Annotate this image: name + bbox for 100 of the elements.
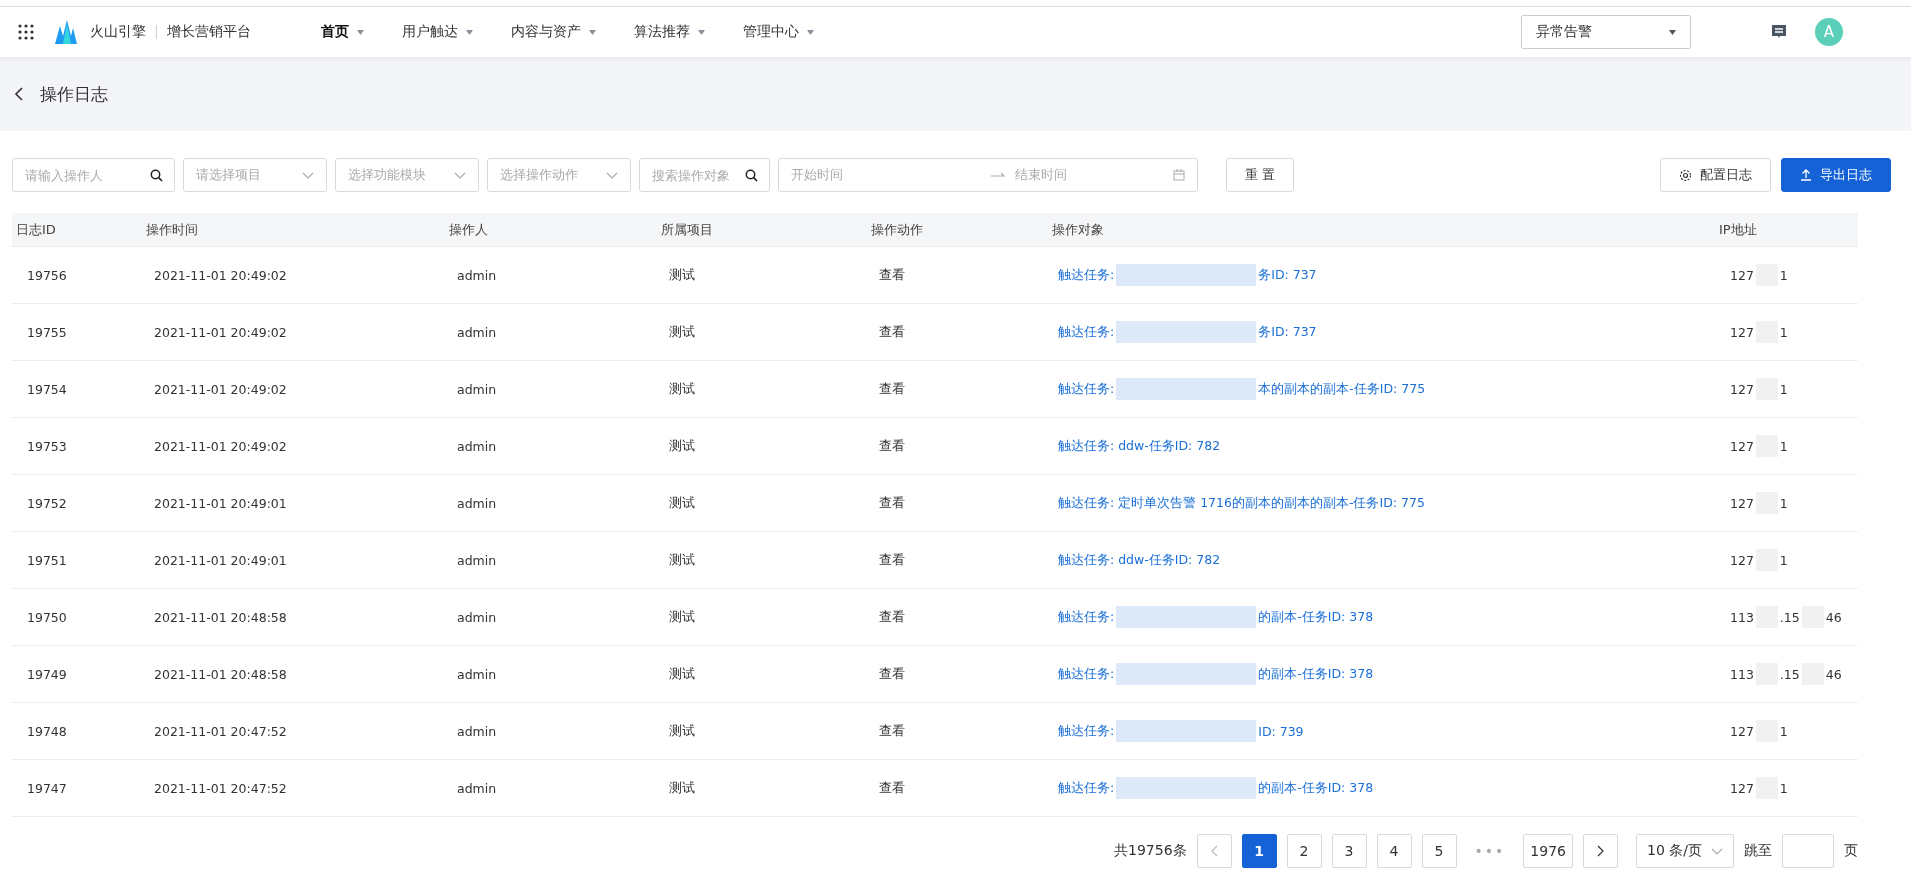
ip-fragment: 127 [1730, 780, 1754, 796]
chevron-down-icon [606, 171, 618, 179]
page-button[interactable]: 4 [1376, 834, 1412, 868]
ip-fragment: 127 [1730, 438, 1754, 454]
table-cell-text: 19750 [26, 609, 68, 625]
object-link[interactable]: 务ID: 737 [1258, 266, 1317, 284]
object-link[interactable]: 的副本-任务ID: 378 [1258, 608, 1374, 626]
table-cell-text: admin [456, 666, 498, 682]
nav-item[interactable]: 首页 [321, 23, 364, 41]
ip-fragment: 1 [1779, 324, 1788, 340]
page-button[interactable]: 1976 [1523, 834, 1573, 868]
nav-item[interactable]: 管理中心 [743, 23, 814, 41]
table-cell-text: 19748 [26, 723, 68, 739]
table-cell-text: 查看 [878, 779, 906, 797]
object-link[interactable]: 务ID: 737 [1258, 323, 1317, 341]
reset-button[interactable]: 重 置 [1226, 158, 1295, 192]
object-link[interactable]: 的副本-任务ID: 378 [1258, 665, 1374, 683]
table-cell-text: 2021-11-01 20:49:02 [153, 267, 288, 283]
object-link[interactable]: 触达任务: 定时单次告警 1716的副本的副本的副本-任务ID: 775 [1058, 494, 1425, 512]
nav-item[interactable]: 用户触达 [402, 23, 473, 41]
table-cell-text: 2021-11-01 20:48:58 [153, 666, 288, 682]
object-link[interactable]: 触达任务: [1058, 779, 1115, 797]
object-link[interactable]: 触达任务: [1058, 266, 1115, 284]
caret-icon [807, 29, 814, 35]
table-cell-text: 19747 [26, 780, 68, 796]
table-cell-text: 2021-11-01 20:47:52 [153, 723, 288, 739]
object-link[interactable]: 触达任务: ddw-任务ID: 782 [1058, 437, 1221, 455]
table-cell-text: admin [456, 381, 498, 397]
nav-item[interactable]: 算法推荐 [634, 23, 705, 41]
table-cell-text: 测试 [668, 494, 696, 512]
page-button[interactable]: 1 [1241, 834, 1277, 868]
back-icon[interactable] [14, 87, 24, 101]
table-cell-text: 2021-11-01 20:49:02 [153, 381, 288, 397]
ip-fragment: 1 [1779, 381, 1788, 397]
ip-fragment: 1 [1779, 267, 1788, 283]
upload-icon [1800, 169, 1812, 181]
table-cell-text: 测试 [668, 437, 696, 455]
table-cell-text: 查看 [878, 494, 906, 512]
table-cell-text: 19756 [26, 267, 68, 283]
alert-select[interactable]: 异常告警 [1521, 15, 1691, 49]
page-size-select[interactable]: 10 条/页 [1636, 834, 1734, 868]
logo-icon [54, 20, 78, 44]
chevron-down-icon [1711, 847, 1723, 855]
table-cell-text: 测试 [668, 380, 696, 398]
brand-name: 火山引擎 [90, 23, 146, 41]
target-search-field[interactable]: 搜索操作对象 [639, 158, 770, 192]
caret-icon [698, 29, 705, 35]
table-cell-text: admin [456, 723, 498, 739]
ip-fragment: 113 [1730, 666, 1754, 682]
object-link[interactable]: ID: 739 [1258, 723, 1304, 739]
export-log-button[interactable]: 导出日志 [1781, 158, 1891, 192]
table-cell-text: 测试 [668, 722, 696, 740]
apps-grid-icon[interactable] [18, 24, 34, 40]
object-link[interactable]: 触达任务: ddw-任务ID: 782 [1058, 551, 1221, 569]
table-cell-text: 19753 [26, 438, 68, 454]
table-cell-text: admin [456, 780, 498, 796]
object-link[interactable]: 触达任务: [1058, 722, 1115, 740]
table-cell-text: admin [456, 324, 498, 340]
ip-fragment: 46 [1825, 609, 1842, 625]
page-button[interactable]: 3 [1331, 834, 1367, 868]
nav-item[interactable]: 内容与资产 [511, 23, 596, 41]
table-cell-text: 19752 [26, 495, 68, 511]
operator-search-field[interactable]: 请输入操作人 [12, 158, 175, 192]
caret-icon [357, 29, 364, 35]
object-link[interactable]: 本的副本的副本-任务ID: 775 [1258, 380, 1426, 398]
ip-fragment: 127 [1730, 552, 1754, 568]
table-cell-text: 查看 [878, 437, 906, 455]
chevron-left-icon [1210, 845, 1218, 857]
page-jump-field[interactable] [1782, 834, 1834, 868]
page-button[interactable]: 5 [1421, 834, 1457, 868]
table-cell-text: 查看 [878, 665, 906, 683]
page-unit: 页 [1844, 842, 1858, 860]
chevron-down-icon [302, 171, 314, 179]
table-cell-text: 查看 [878, 608, 906, 626]
table-cell-text: 19751 [26, 552, 68, 568]
table-cell-text: admin [456, 609, 498, 625]
table-cell-text: 2021-11-01 20:47:52 [153, 780, 288, 796]
ip-fragment: 127 [1730, 381, 1754, 397]
table-cell-text: 2021-11-01 20:49:01 [153, 495, 288, 511]
ip-fragment: 113 [1730, 609, 1754, 625]
table-cell-text: 查看 [878, 323, 906, 341]
product-name: 增长营销平台 [167, 23, 251, 41]
table-cell-text: 查看 [878, 551, 906, 569]
object-link[interactable]: 触达任务: [1058, 380, 1115, 398]
column-header: 日志ID [15, 220, 57, 239]
object-link[interactable]: 触达任务: [1058, 665, 1115, 683]
column-header: 操作时间 [145, 220, 199, 239]
caret-icon [589, 29, 596, 35]
column-header: 所属项目 [660, 220, 714, 239]
page-button[interactable]: 2 [1286, 834, 1322, 868]
table-cell-text: 2021-11-01 20:49:02 [153, 324, 288, 340]
object-link[interactable]: 触达任务: [1058, 608, 1115, 626]
config-log-button[interactable]: 配置日志 [1660, 158, 1771, 192]
object-link[interactable]: 触达任务: [1058, 323, 1115, 341]
page-title: 操作日志 [40, 82, 108, 106]
search-icon [745, 169, 758, 182]
object-link[interactable]: 的副本-任务ID: 378 [1258, 779, 1374, 797]
column-header: IP地址 [1718, 220, 1758, 239]
table-cell-text: 查看 [878, 722, 906, 740]
message-icon[interactable] [1771, 24, 1787, 40]
